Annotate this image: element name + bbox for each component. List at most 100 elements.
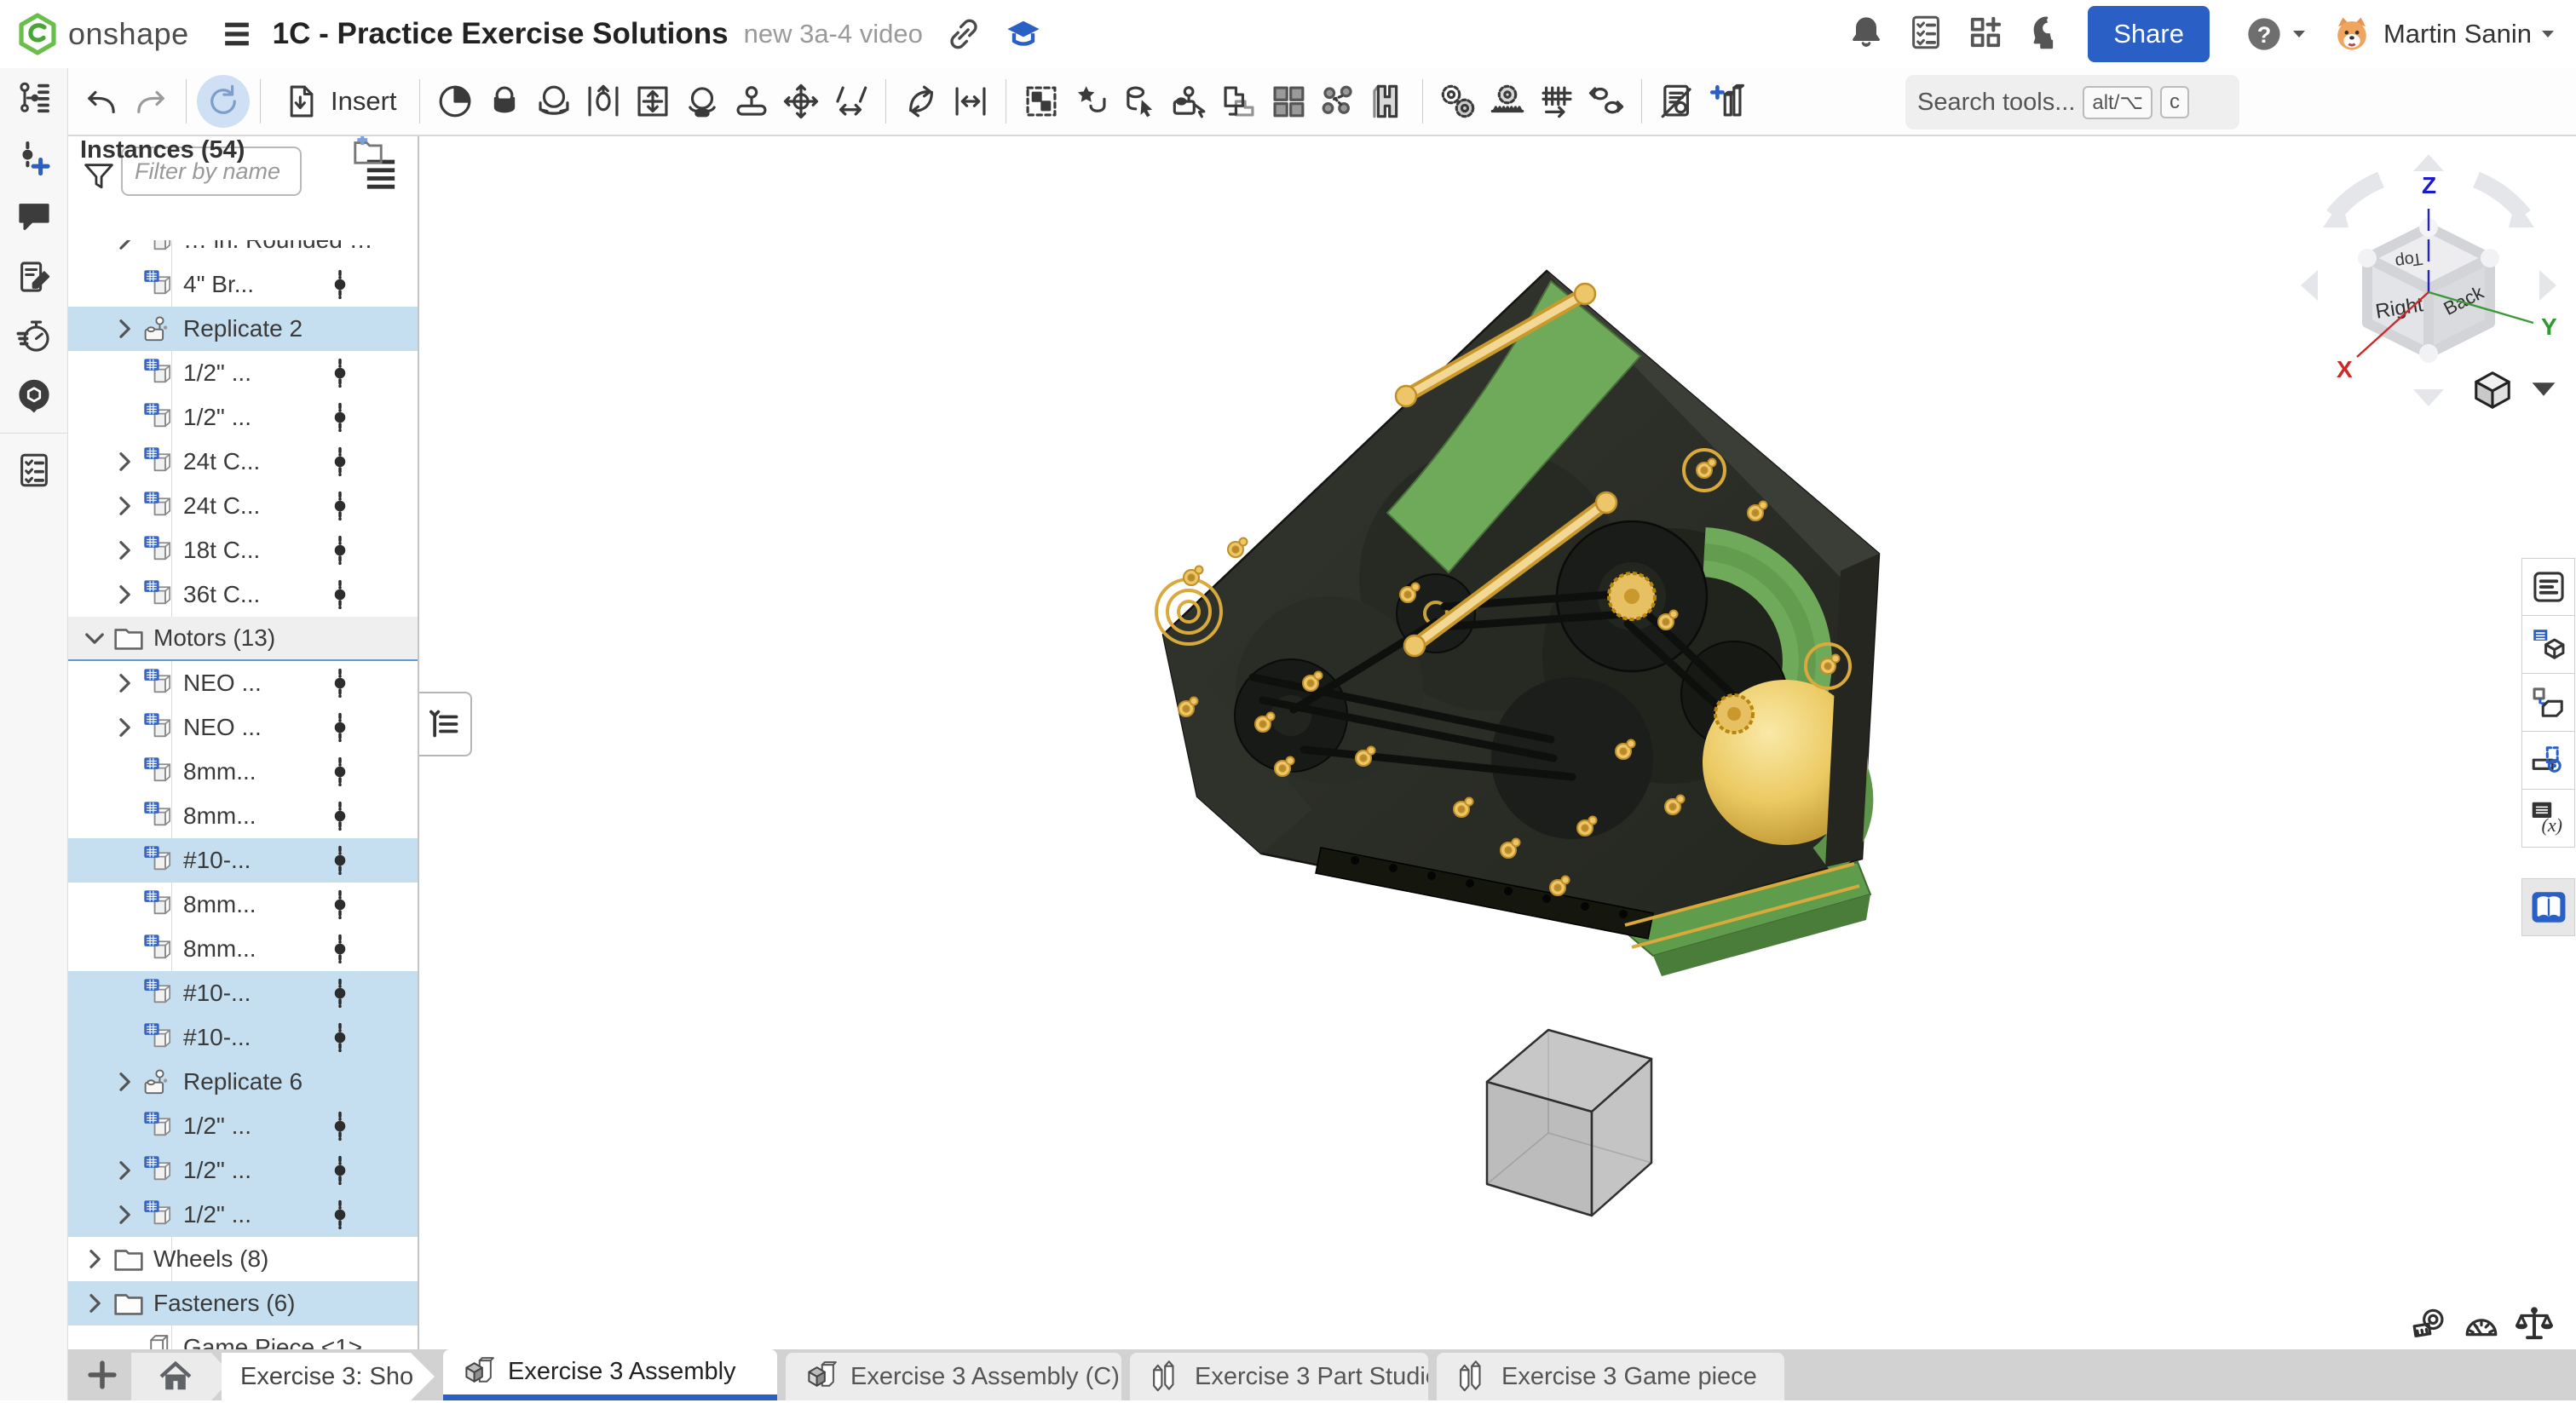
chevron-right-icon[interactable] <box>78 1243 111 1275</box>
education-icon[interactable] <box>1005 15 1042 53</box>
tree-instance-row[interactable]: 18t C... <box>68 528 418 572</box>
add-tab-icon[interactable] <box>80 1353 124 1397</box>
chevron-right-icon[interactable] <box>108 711 141 744</box>
mate-relation-button[interactable] <box>896 75 946 128</box>
views-button[interactable] <box>1702 75 1751 128</box>
tree-instance-row[interactable]: … in. Rounded … <box>68 240 418 262</box>
panel-collapse-handle[interactable] <box>419 692 472 756</box>
tree-instance-row[interactable]: 8mm... <box>68 750 418 794</box>
tree-instance-row[interactable]: 36t C... <box>68 572 418 617</box>
tree-instance-row[interactable]: #10-... <box>68 838 418 883</box>
insert-button[interactable]: Insert <box>271 74 409 129</box>
fastened-mate-button[interactable] <box>430 75 480 128</box>
tree-instance-row[interactable]: 24t C... <box>68 440 418 484</box>
parallel-mate-button[interactable] <box>826 75 875 128</box>
chevron-right-icon[interactable] <box>78 1287 111 1320</box>
tree-folder-row[interactable]: Motors (13) <box>68 617 418 661</box>
bell-icon[interactable] <box>1847 14 1885 51</box>
tree-instance-row[interactable]: 8mm... <box>68 927 418 971</box>
user-avatar[interactable] <box>2332 14 2371 54</box>
chevron-right-icon[interactable] <box>108 578 141 611</box>
comments-panel-button[interactable] <box>0 187 68 247</box>
user-name[interactable]: Martin Sanin <box>2383 19 2532 49</box>
graphics-viewport[interactable]: Top Right Back Z Y X (x) <box>419 136 2576 1400</box>
tree-instance-row[interactable]: Game Piece <1> <box>68 1325 418 1349</box>
tree-instance-row[interactable]: 1/2" ... <box>68 1193 418 1237</box>
ball-mate-button[interactable] <box>677 75 727 128</box>
slider-mate-button[interactable] <box>579 75 628 128</box>
tree-instance-row[interactable]: 8mm... <box>68 883 418 927</box>
tree-folder-row[interactable]: Fasteners (6) <box>68 1281 418 1325</box>
mass-properties-button[interactable] <box>2508 1305 2561 1348</box>
bom-button[interactable] <box>1652 75 1702 128</box>
tree-instance-row[interactable]: #10-... <box>68 1015 418 1060</box>
document-tab[interactable]: Exercise 3 Part Studio <box>1130 1353 1428 1400</box>
tree-instance-row[interactable]: 1/2" ... <box>68 395 418 440</box>
view-mode-selector[interactable] <box>2471 368 2565 411</box>
search-tools[interactable]: Search tools... alt/⌥ c <box>1905 75 2239 129</box>
document-tab[interactable]: Exercise 3 Assembly (C) <box>786 1353 1121 1400</box>
planar-mate-button[interactable] <box>628 75 677 128</box>
chevron-right-icon[interactable] <box>108 1066 141 1098</box>
versions-panel-button[interactable] <box>0 128 68 187</box>
gear-relation-button[interactable] <box>1433 75 1483 128</box>
configurations-button[interactable] <box>2521 616 2575 674</box>
tasks-icon[interactable] <box>1907 14 1945 51</box>
belt-relation-button[interactable] <box>1582 75 1631 128</box>
help-icon[interactable]: ? <box>2245 15 2283 53</box>
chevron-right-icon[interactable] <box>108 534 141 566</box>
display-states-button[interactable] <box>2521 732 2575 790</box>
tree-instance-row[interactable]: 24t C... <box>68 484 418 528</box>
replicate-button[interactable] <box>1165 75 1214 128</box>
help-menu[interactable]: ? <box>2230 15 2310 53</box>
screw-relation-button[interactable] <box>1532 75 1582 128</box>
tree-instance-row[interactable]: 1/2" ... <box>68 1148 418 1193</box>
tree-instance-row[interactable]: 1/2" ... <box>68 1104 418 1148</box>
chevron-down-icon[interactable] <box>78 622 111 654</box>
mate-button[interactable] <box>480 75 529 128</box>
linear-pattern-button[interactable] <box>1214 75 1264 128</box>
tree-instance-row[interactable]: 1/2" ... <box>68 351 418 395</box>
snap-mode-button[interactable] <box>1066 75 1115 128</box>
mate-connector-edit-button[interactable] <box>946 75 995 128</box>
chevron-right-icon[interactable] <box>108 490 141 522</box>
history-panel-button[interactable] <box>0 68 68 128</box>
tree-instance-row[interactable]: NEO ... <box>68 705 418 750</box>
section-button[interactable] <box>1363 75 1412 128</box>
pin-slot-mate-button[interactable] <box>727 75 776 128</box>
performance-panel-button[interactable] <box>0 307 68 366</box>
document-tab[interactable]: Exercise 3: Sho <box>222 1353 435 1400</box>
revolute-mate-button[interactable] <box>529 75 579 128</box>
tree-instance-row[interactable]: Replicate 6 <box>68 1060 418 1104</box>
ai-icon[interactable] <box>2026 14 2064 51</box>
tree-instance-row[interactable]: 8mm... <box>68 794 418 838</box>
home-tab[interactable] <box>131 1353 233 1400</box>
tree-instance-row[interactable]: 4" Br... <box>68 262 418 307</box>
document-tab[interactable]: Exercise 3 Assembly <box>443 1349 777 1400</box>
apps-icon[interactable] <box>1967 14 2004 51</box>
assembly-3d-model[interactable] <box>1108 213 2003 1278</box>
redo-button[interactable] <box>126 75 176 128</box>
document-tab[interactable]: Exercise 3 Game piece <box>1437 1353 1784 1400</box>
tree-instance-row[interactable]: NEO ... <box>68 661 418 705</box>
main-menu-icon[interactable] <box>220 17 254 51</box>
tree-folder-row[interactable]: Wheels (8) <box>68 1237 418 1281</box>
pattern-button[interactable] <box>1264 75 1313 128</box>
share-link-icon[interactable] <box>945 15 983 53</box>
tree-instance-row[interactable]: Replicate 2 <box>68 307 418 351</box>
update-button[interactable] <box>197 75 250 128</box>
group-button[interactable] <box>1017 75 1066 128</box>
chevron-right-icon[interactable] <box>108 1199 141 1231</box>
share-button[interactable]: Share <box>2088 6 2210 62</box>
measure-button[interactable] <box>2402 1305 2455 1348</box>
mate-connector-button[interactable] <box>1115 75 1165 128</box>
outline-panel-button[interactable] <box>2521 558 2575 616</box>
undo-button[interactable] <box>77 75 126 128</box>
variables-button[interactable]: (x) <box>2521 790 2575 848</box>
notes-panel-button[interactable] <box>0 247 68 307</box>
tree-instance-row[interactable]: #10-... <box>68 971 418 1015</box>
chevron-right-icon[interactable] <box>108 667 141 699</box>
checklist-panel-button[interactable] <box>0 440 68 500</box>
cylindrical-mate-button[interactable] <box>776 75 826 128</box>
chevron-right-icon[interactable] <box>108 240 141 256</box>
